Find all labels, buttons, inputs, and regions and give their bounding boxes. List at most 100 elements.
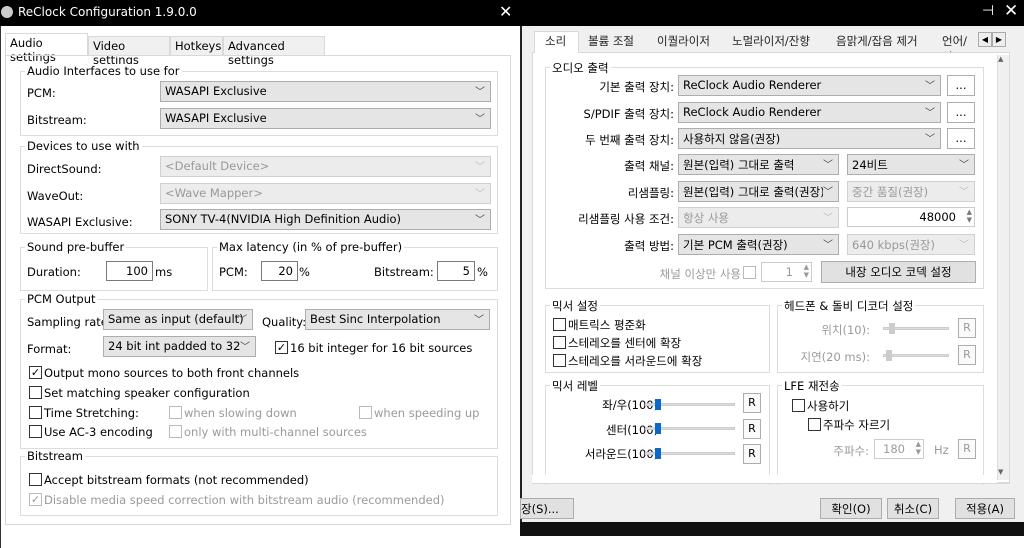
pin-icon[interactable]: ⊣ [982, 3, 994, 19]
audio-output-group: 오디오 출력 [545, 60, 984, 289]
latency-bitstream-input[interactable]: 5 [437, 261, 475, 281]
directsound-select[interactable]: <Default Device> ﹀ [160, 156, 491, 177]
tab-scroll-left-icon[interactable]: ◀ [978, 32, 992, 47]
mono-checkbox[interactable]: ✓ [29, 366, 42, 379]
latency-pcm-label: PCM: [219, 265, 248, 279]
tab-normalizer[interactable]: 노멀라이저/잔향 [724, 31, 818, 52]
multichannel-label: only with multi-channel sources [184, 425, 367, 439]
multichannel-checkbox[interactable] [169, 425, 182, 438]
wasapi-label: WASAPI Exclusive: [27, 215, 133, 229]
resampling-select[interactable]: 원본(입력) 그대로 출력(권장) ﹀ [678, 181, 839, 202]
pcm-interface-select[interactable]: WASAPI Exclusive ﹀ [160, 81, 491, 102]
output-method-select[interactable]: 기본 PCM 출력(권장) ﹀ [678, 234, 839, 255]
sample-rate-spinner[interactable]: 48000 ▲ ▼ [847, 207, 975, 227]
hz-unit: Hz [934, 443, 949, 457]
tab-audio-settings[interactable]: Audio settings [5, 33, 88, 64]
latency-pcm-input[interactable]: 20 [261, 261, 298, 281]
stereo-center-checkbox[interactable] [553, 336, 566, 349]
stereo-surround-label: 스테레오를 서라운드에 확장 [568, 354, 703, 368]
waveout-label: WaveOut: [27, 189, 84, 203]
cancel-button[interactable]: 취소(C) [887, 498, 939, 519]
position-slider[interactable] [883, 323, 949, 334]
close-icon[interactable]: ✕ [499, 2, 512, 21]
spdif-device-more-button[interactable]: ... [947, 102, 975, 123]
lr-level-slider[interactable] [645, 399, 735, 410]
tab-hotkeys[interactable]: Hotkeys [170, 36, 223, 55]
duration-label: Duration: [27, 265, 81, 279]
format-label: Format: [27, 342, 72, 356]
second-device-more-button[interactable]: ... [947, 128, 975, 149]
lfe-enable-label: 사용하기 [807, 399, 850, 413]
frequency-label: 주파수: [833, 444, 869, 458]
ms-unit: ms [155, 265, 173, 279]
close-icon[interactable]: ✕ [1004, 1, 1018, 21]
speeding-up-checkbox[interactable] [359, 406, 372, 419]
slowing-down-checkbox[interactable] [169, 406, 182, 419]
bitrate-select[interactable]: 640 kbps(권장) ﹀ [847, 234, 975, 255]
lr-reset-button[interactable]: R [743, 393, 761, 413]
save-button[interactable]: 장(S)... [520, 498, 574, 519]
vertical-scrollbar[interactable]: ▲ ▼ [997, 55, 1009, 480]
time-stretching-label: Time Stretching: [44, 406, 139, 420]
bitstream-label: Bitstream: [27, 113, 87, 127]
codec-settings-button[interactable]: 내장 오디오 코덱 설정 [821, 261, 976, 283]
wasapi-device-select[interactable]: SONY TV-4(NVIDIA High Definition Audio) ﹀ [160, 209, 491, 230]
surround-reset-button[interactable]: R [743, 444, 761, 464]
matching-speaker-checkbox[interactable] [29, 386, 42, 399]
tab-noise[interactable]: 음맑게/잡음 제거 [828, 31, 926, 52]
left-titlebar: ReClock Configuration 1.9.0.0 ✕ [0, 0, 520, 26]
speeding-up-label: when speeding up [374, 406, 480, 420]
second-device-select[interactable]: 사용하지 않음(권장) ﹀ [678, 128, 941, 149]
tab-scroll-right-icon[interactable]: ▶ [992, 32, 1006, 47]
ok-button[interactable]: 확인(O) [820, 498, 882, 519]
format-select[interactable]: 24 bit int padded to 32 ﹀ [103, 336, 256, 357]
chevron-down-icon: ﹀ [475, 87, 485, 98]
frequency-reset-button[interactable]: R [958, 439, 976, 459]
directsound-label: DirectSound: [27, 162, 102, 176]
freq-cut-checkbox[interactable] [808, 418, 821, 431]
output-channel-label: 출력 채널: [624, 159, 674, 173]
center-reset-button[interactable]: R [743, 419, 761, 439]
channel-min-spinner[interactable]: 1 ▲ ▼ [761, 262, 812, 282]
default-device-more-button[interactable]: ... [947, 75, 975, 96]
apply-button[interactable]: 적용(A) [955, 498, 1015, 519]
int16-checkbox[interactable]: ✓ [275, 341, 288, 354]
waveout-select[interactable]: <Wave Mapper> ﹀ [160, 183, 491, 204]
default-device-select[interactable]: ReClock Audio Renderer ﹀ [678, 75, 941, 96]
ac3-checkbox[interactable] [29, 425, 42, 438]
delay-slider[interactable] [883, 350, 949, 361]
tab-sound[interactable]: 소리 [537, 31, 574, 52]
accept-bitstream-label: Accept bitstream formats (not recommende… [44, 473, 309, 487]
tab-video-settings[interactable]: Video settings [88, 36, 170, 67]
center-level-slider[interactable] [645, 423, 735, 434]
time-stretching-checkbox[interactable] [29, 406, 42, 419]
duration-input[interactable]: 100 [106, 261, 153, 281]
spdif-device-select[interactable]: ReClock Audio Renderer ﹀ [678, 102, 941, 123]
tab-volume[interactable]: 볼륨 조절 [580, 31, 642, 52]
disable-speed-correction-checkbox[interactable]: ✓ [29, 493, 42, 506]
mono-label: Output mono sources to both front channe… [44, 366, 300, 380]
stereo-surround-checkbox[interactable] [553, 354, 566, 367]
tab-equalizer[interactable]: 이퀄라이저 [649, 31, 718, 52]
bit-depth-select[interactable]: 24비트 ﹀ [847, 154, 975, 175]
channel-min-checkbox[interactable] [743, 266, 756, 279]
bitstream-interface-select[interactable]: WASAPI Exclusive ﹀ [160, 108, 491, 129]
quality-select[interactable]: Best Sinc Interpolation ﹀ [305, 309, 490, 330]
sampling-rate-select[interactable]: Same as input (default) ﹀ [103, 309, 253, 330]
int16-label: 16 bit integer for 16 bit sources [290, 341, 473, 355]
output-channel-select[interactable]: 원본(입력) 그대로 출력 ﹀ [678, 154, 839, 175]
surround-level-slider[interactable] [645, 448, 735, 459]
accept-bitstream-checkbox[interactable] [29, 473, 42, 486]
matrix-normalize-label: 매트릭스 평준화 [568, 318, 646, 332]
lfe-enable-checkbox[interactable] [792, 399, 805, 412]
frequency-spinner[interactable]: 180 ▲ ▼ [874, 439, 924, 459]
tab-language[interactable]: 언어/싱 [934, 31, 979, 52]
matrix-normalize-checkbox[interactable] [553, 318, 566, 331]
resampling-condition-select[interactable]: 항상 사용 ﹀ [678, 207, 839, 228]
delay-reset-button[interactable]: R [958, 345, 976, 365]
resampling-condition-label: 리샘플링 사용 조건: [578, 212, 674, 226]
position-reset-button[interactable]: R [958, 318, 976, 338]
tab-advanced-settings[interactable]: Advanced settings [223, 36, 325, 67]
clock-icon [1, 6, 13, 18]
resampling-quality-select[interactable]: 중간 품질(권장) ﹀ [847, 181, 975, 202]
